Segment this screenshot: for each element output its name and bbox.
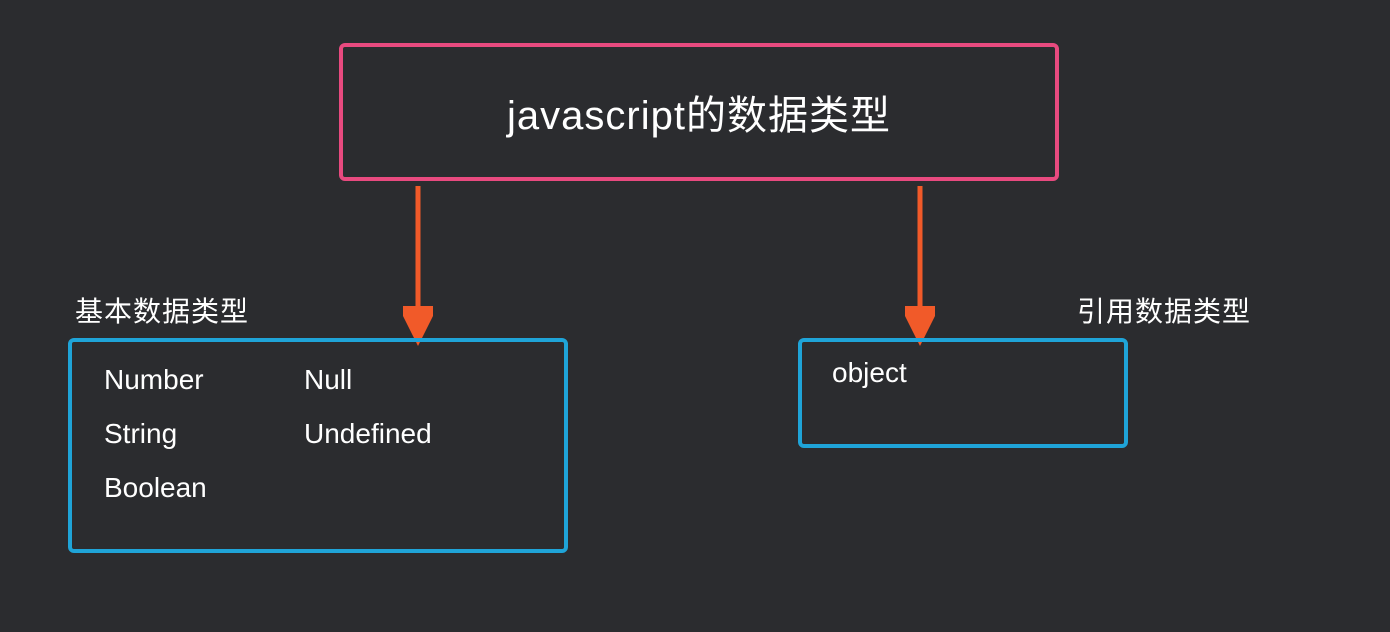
diagram-title: javascript的数据类型 xyxy=(507,83,891,141)
basic-types-label: 基本数据类型 xyxy=(75,290,249,330)
basic-type-item: Number xyxy=(104,364,304,396)
reference-type-item: object xyxy=(832,357,907,388)
basic-types-box: Number String Boolean Null Undefined xyxy=(68,338,568,553)
title-box: javascript的数据类型 xyxy=(339,43,1059,181)
reference-types-label: 引用数据类型 xyxy=(1077,290,1251,330)
basic-type-item: Null xyxy=(304,364,432,396)
reference-types-box: object xyxy=(798,338,1128,448)
basic-type-item: String xyxy=(104,418,304,450)
basic-types-col-right: Null Undefined xyxy=(304,364,432,527)
basic-type-item: Undefined xyxy=(304,418,432,450)
basic-type-item: Boolean xyxy=(104,472,304,504)
arrow-right xyxy=(905,186,935,346)
arrow-left xyxy=(403,186,433,346)
basic-types-col-left: Number String Boolean xyxy=(104,364,304,527)
